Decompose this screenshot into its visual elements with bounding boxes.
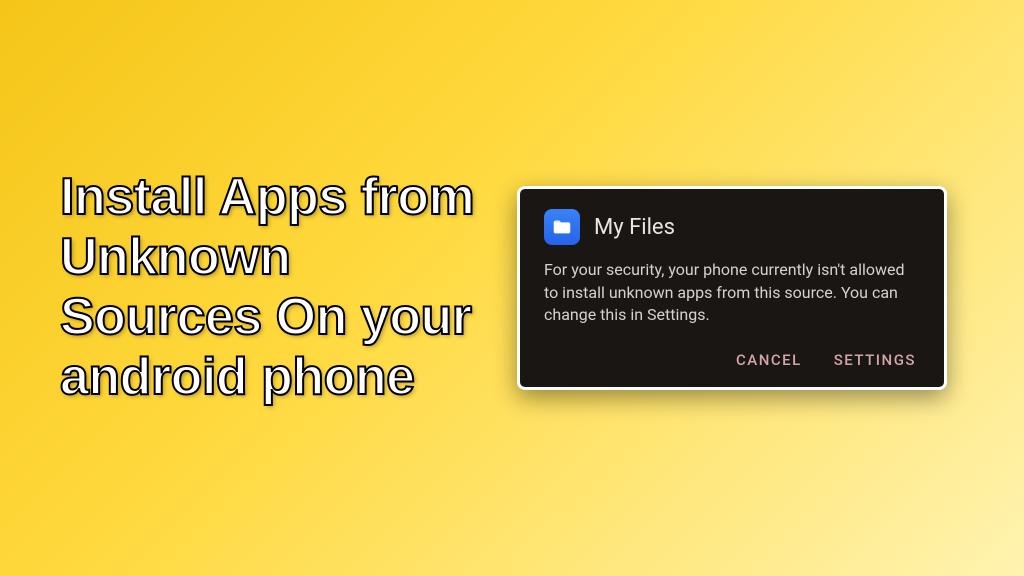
dialog-wrapper: My Files For your security, your phone c… [500,186,964,389]
dialog-actions: CANCEL SETTINGS [544,351,920,369]
dialog-message: For your security, your phone currently … [544,259,920,326]
settings-button[interactable]: SETTINGS [834,351,916,369]
main-container: Install Apps from Unknown Sources On you… [0,0,1024,576]
page-headline: Install Apps from Unknown Sources On you… [60,168,500,407]
install-blocked-dialog: My Files For your security, your phone c… [517,186,947,389]
dialog-header: My Files [544,209,920,245]
folder-icon [544,209,580,245]
cancel-button[interactable]: CANCEL [736,351,802,369]
dialog-app-name: My Files [594,215,675,240]
